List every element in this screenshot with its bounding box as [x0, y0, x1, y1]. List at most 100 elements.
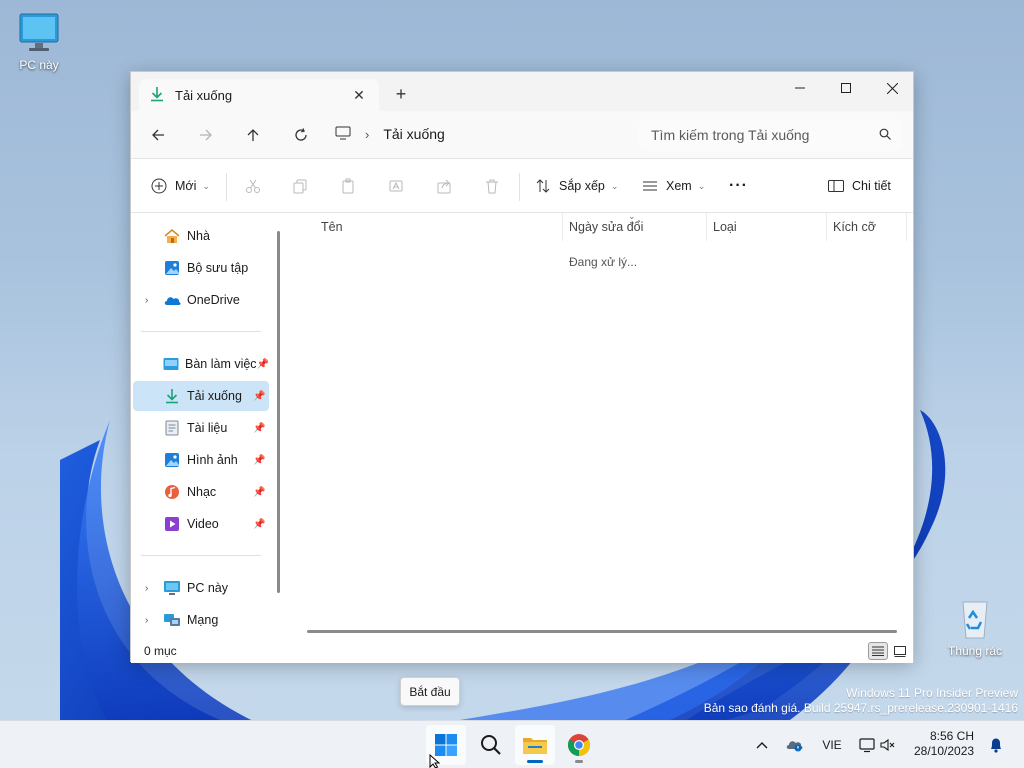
sidebar-item-label: Bàn làm việc	[185, 357, 257, 371]
file-list: Tên Ngày sửa đổi Loại Kích cỡ ⌄ Đang xử …	[287, 211, 913, 639]
volume-muted-icon	[880, 738, 895, 752]
status-bar: 0 mục	[131, 639, 913, 663]
share-icon[interactable]	[434, 176, 454, 196]
tiles-view-button[interactable]	[890, 642, 910, 660]
new-tab-button[interactable]: +	[391, 84, 411, 104]
new-button[interactable]: Mới ⌄	[151, 174, 210, 198]
pin-icon[interactable]: 📌	[253, 487, 267, 498]
paste-icon[interactable]	[338, 176, 358, 196]
address-bar-row: › Tải xuống Tìm kiếm trong Tải xuống	[131, 111, 913, 159]
minimize-button[interactable]	[777, 72, 823, 104]
language-indicator[interactable]: VIE	[818, 735, 846, 755]
home-icon	[163, 227, 181, 245]
file-explorer-window: Tải xuống ✕ + › Tải xuống Tìm kiếm trong…	[130, 71, 915, 663]
chevron-right-icon[interactable]: ›	[145, 583, 159, 594]
divider	[226, 173, 227, 201]
sidebar-item-label: Tài liệu	[187, 421, 228, 435]
up-button[interactable]	[240, 123, 266, 147]
desktop-icon-label: PC này	[19, 58, 59, 72]
sidebar-divider	[141, 555, 261, 556]
column-divider[interactable]	[906, 213, 907, 241]
music-icon	[163, 483, 181, 501]
network-volume-tray[interactable]	[858, 735, 898, 755]
new-button-label: Mới	[175, 179, 197, 193]
view-button[interactable]: Xem ⌄	[642, 174, 705, 198]
sidebar-item-label: Bộ sưu tập	[187, 261, 249, 275]
chevron-right-icon[interactable]: ›	[145, 295, 159, 306]
copy-icon[interactable]	[290, 176, 310, 196]
clock[interactable]: 8:56 CH 28/10/2023	[914, 729, 974, 759]
close-tab-icon[interactable]: ✕	[349, 87, 369, 104]
pin-icon[interactable]: 📌	[253, 423, 267, 434]
forward-button[interactable]	[193, 123, 219, 147]
show-hidden-icons-button[interactable]	[752, 735, 772, 755]
sidebar-item-music[interactable]: Nhạc 📌	[133, 477, 269, 507]
sidebar-item-label: Mạng	[187, 613, 219, 627]
desktop-icon-recycle-bin[interactable]: Thùng rác	[940, 596, 1010, 658]
delete-icon[interactable]	[482, 176, 502, 196]
close-window-button[interactable]	[869, 72, 915, 104]
document-icon	[163, 419, 181, 437]
cut-icon[interactable]	[243, 176, 263, 196]
notifications-button[interactable]	[986, 735, 1006, 755]
sidebar-item-documents[interactable]: Tài liệu 📌	[133, 413, 269, 443]
chevron-right-icon[interactable]: ›	[145, 615, 159, 626]
sort-button-label: Sắp xếp	[559, 179, 605, 193]
more-options-button[interactable]: ···	[729, 174, 748, 198]
sidebar-item-home[interactable]: Nhà	[133, 221, 269, 251]
chrome-taskbar-button[interactable]	[559, 725, 599, 765]
breadcrumb-current[interactable]: Tải xuống	[383, 126, 444, 142]
onedrive-icon	[163, 291, 181, 309]
horizontal-scrollbar[interactable]	[307, 630, 897, 633]
chevron-down-icon: ⌄	[610, 180, 619, 191]
search-button[interactable]	[471, 725, 511, 765]
pin-icon[interactable]: 📌	[253, 519, 267, 530]
breadcrumb[interactable]: › Tải xuống	[335, 119, 635, 149]
plus-circle-icon	[151, 178, 167, 194]
navigation-pane: Nhà Bộ sưu tập › OneDrive Bàn làm việc 📌…	[131, 213, 287, 639]
column-header-type[interactable]: Loại	[707, 213, 825, 241]
video-icon	[163, 515, 181, 533]
refresh-button[interactable]	[288, 123, 314, 147]
network-status-icon	[859, 738, 875, 753]
pin-icon[interactable]: 📌	[253, 391, 267, 402]
sidebar-item-desktop[interactable]: Bàn làm việc 📌	[133, 349, 269, 379]
sidebar-item-gallery[interactable]: Bộ sưu tập	[133, 253, 269, 283]
pin-icon[interactable]: 📌	[253, 455, 267, 466]
search-input[interactable]: Tìm kiếm trong Tải xuống	[639, 119, 903, 151]
back-button[interactable]	[145, 123, 171, 147]
pin-icon[interactable]: 📌	[257, 359, 269, 370]
sidebar-item-label: PC này	[187, 581, 228, 595]
file-explorer-taskbar-button[interactable]	[515, 725, 555, 765]
sidebar-item-network[interactable]: › Mạng	[133, 605, 269, 635]
search-icon	[481, 735, 501, 755]
rename-icon[interactable]	[386, 176, 406, 196]
search-placeholder: Tìm kiếm trong Tải xuống	[651, 127, 810, 143]
watermark-edition: Windows 11 Pro Insider Preview	[846, 686, 1018, 700]
sidebar-item-label: Nhà	[187, 229, 210, 243]
sidebar-item-pictures[interactable]: Hình ảnh 📌	[133, 445, 269, 475]
view-list-icon	[643, 181, 657, 191]
sidebar-item-downloads[interactable]: Tải xuống 📌	[133, 381, 269, 411]
details-button[interactable]: Chi tiết	[828, 174, 891, 198]
tab-downloads[interactable]: Tải xuống ✕	[139, 79, 379, 111]
details-view-button[interactable]	[868, 642, 888, 660]
sidebar-item-label: Hình ảnh	[187, 453, 238, 467]
sidebar-item-onedrive[interactable]: › OneDrive	[133, 285, 269, 315]
column-header-size[interactable]: Kích cỡ	[827, 213, 905, 241]
sidebar-scrollbar[interactable]	[277, 231, 280, 593]
start-tooltip: Bắt đầu	[400, 677, 460, 706]
maximize-button[interactable]	[823, 72, 869, 104]
column-header-name[interactable]: Tên	[315, 213, 561, 241]
sort-button[interactable]: Sắp xếp ⌄	[535, 174, 618, 198]
sidebar-item-label: OneDrive	[187, 293, 240, 307]
sidebar-item-label: Nhạc	[187, 485, 217, 499]
sidebar-item-videos[interactable]: Video 📌	[133, 509, 269, 539]
breadcrumb-chevron-icon: ›	[365, 126, 370, 142]
onedrive-tray-icon[interactable]	[784, 735, 806, 755]
sidebar-item-this-pc[interactable]: › PC này	[133, 573, 269, 603]
divider	[519, 173, 520, 201]
tiles-view-icon	[894, 645, 906, 657]
sort-icon	[536, 179, 550, 193]
desktop-icon-pc[interactable]: PC này	[4, 12, 74, 72]
